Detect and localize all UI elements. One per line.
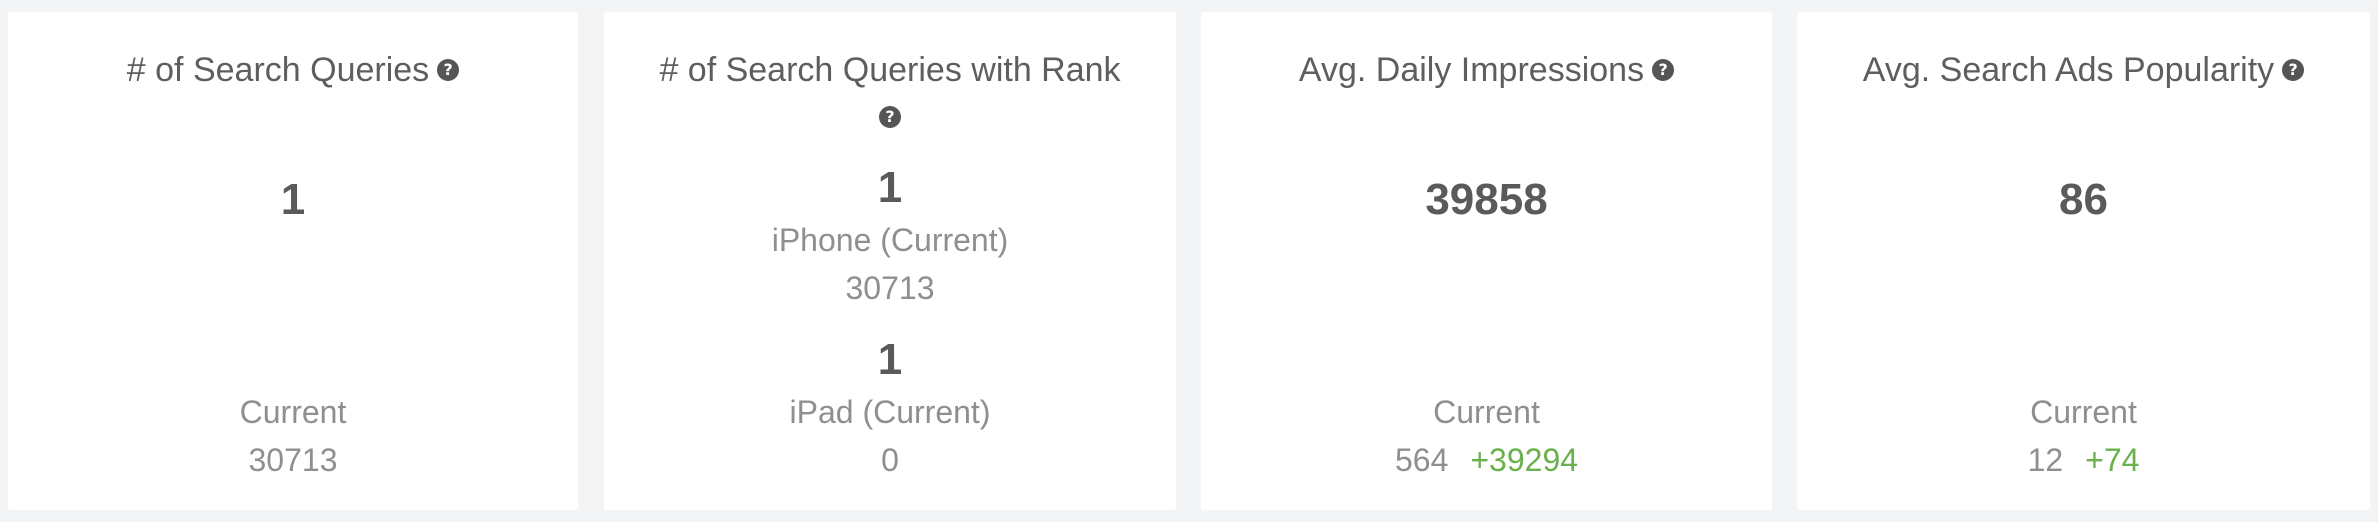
iphone-sub-value: 30713 <box>845 270 935 306</box>
card-title-help-row: ? <box>604 102 1176 132</box>
footer-value: 564 <box>1394 442 1449 478</box>
search-queries-card: # of Search Queries? 1 Current 30713 <box>8 12 578 510</box>
footer-value: 30713 <box>248 442 338 478</box>
card-title: # of Search Queries with Rank <box>659 51 1121 89</box>
card-title-text: Avg. Search Ads Popularity <box>1862 51 2275 89</box>
footer-label: Current <box>239 394 347 430</box>
ipad-rank-value: 1 <box>877 335 903 384</box>
footer-label: Current <box>1433 394 1540 430</box>
ipad-label: iPad (Current) <box>789 394 991 430</box>
ipad-sub-value: 0 <box>881 442 899 478</box>
help-icon[interactable]: ? <box>1652 59 1675 82</box>
metric-value: 39858 <box>1425 175 1548 224</box>
avg-daily-impressions-card: Avg. Daily Impressions? 39858 Current 56… <box>1201 12 1772 510</box>
metric-value: 1 <box>280 175 306 224</box>
iphone-rank-value: 1 <box>877 163 903 212</box>
card-title: Avg. Search Ads Popularity? <box>1797 44 2370 96</box>
search-queries-with-rank-card: # of Search Queries with Rank ? 1 iPhone… <box>604 12 1176 510</box>
metric-value: 86 <box>2059 175 2108 224</box>
footer-values: 564 +39294 <box>1201 436 1772 484</box>
footer-delta: +39294 <box>1470 442 1579 478</box>
footer-values: 12 +74 <box>1797 436 2370 484</box>
card-title-text: Avg. Daily Impressions <box>1298 51 1645 89</box>
card-title: Avg. Daily Impressions? <box>1201 44 1772 96</box>
footer-value: 12 <box>2027 442 2064 478</box>
help-icon[interactable]: ? <box>2282 59 2305 82</box>
help-icon[interactable]: ? <box>437 59 460 82</box>
iphone-label: iPhone (Current) <box>771 222 1009 258</box>
avg-search-ads-popularity-card: Avg. Search Ads Popularity? 86 Current 1… <box>1797 12 2370 510</box>
help-icon[interactable]: ? <box>879 106 901 129</box>
card-title: # of Search Queries? <box>8 44 578 96</box>
footer-delta: +74 <box>2085 442 2140 478</box>
footer-label: Current <box>2030 394 2137 430</box>
card-title-text: # of Search Queries <box>126 51 430 89</box>
